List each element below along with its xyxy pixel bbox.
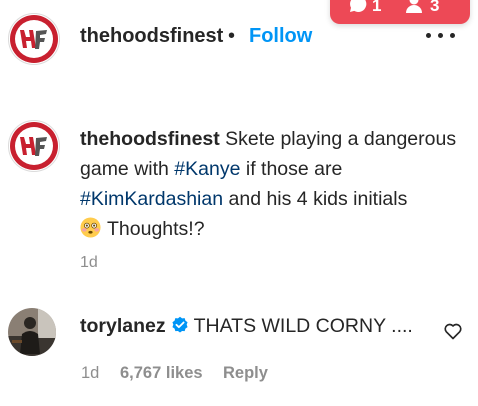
commenter-photo [8,308,56,356]
comment-text: THATS WILD CORNY .... [193,315,413,337]
post-author-username[interactable]: thehoodsfinest [80,25,223,48]
notification-pill[interactable]: 1 3 [330,0,470,24]
reply-button[interactable]: Reply [223,364,268,383]
comment-timestamp[interactable]: 1d [81,364,99,383]
hashtag-kimkardashian[interactable]: #KimKardashian [80,188,223,210]
commenter-username[interactable]: torylanez [80,315,166,337]
follow-button[interactable]: Follow [249,25,312,48]
comment-body: torylanez THATS WILD CORNY .... [80,313,413,339]
hoods-finest-logo [10,122,58,170]
more-options-icon[interactable] [426,33,456,41]
follower-notification-count: 3 [430,0,440,15]
verified-badge-icon [172,316,188,333]
caption-text: Thoughts!? [107,218,205,240]
separator-dot: • [228,25,236,47]
commenter-avatar[interactable] [8,308,56,356]
comment-likes-count[interactable]: 6,767 likes [120,364,203,383]
post-author-avatar[interactable] [8,13,60,65]
caption-text: and his 4 kids initials [223,188,408,210]
flushed-face-emoji [80,217,101,238]
hoods-finest-logo [10,15,58,63]
caption-text: if those are [240,158,343,180]
comment-notification-count: 1 [372,0,382,15]
post-caption: thehoodsfinest Skete playing a dangerous… [80,124,475,244]
caption-author-avatar[interactable] [8,120,60,172]
follower-notification-icon [406,0,422,13]
hashtag-kanye[interactable]: #Kanye [174,158,240,180]
caption-timestamp[interactable]: 1d [80,254,98,272]
heart-icon[interactable] [443,321,463,341]
comment-notification-icon [350,0,367,12]
caption-username[interactable]: thehoodsfinest [80,128,220,150]
